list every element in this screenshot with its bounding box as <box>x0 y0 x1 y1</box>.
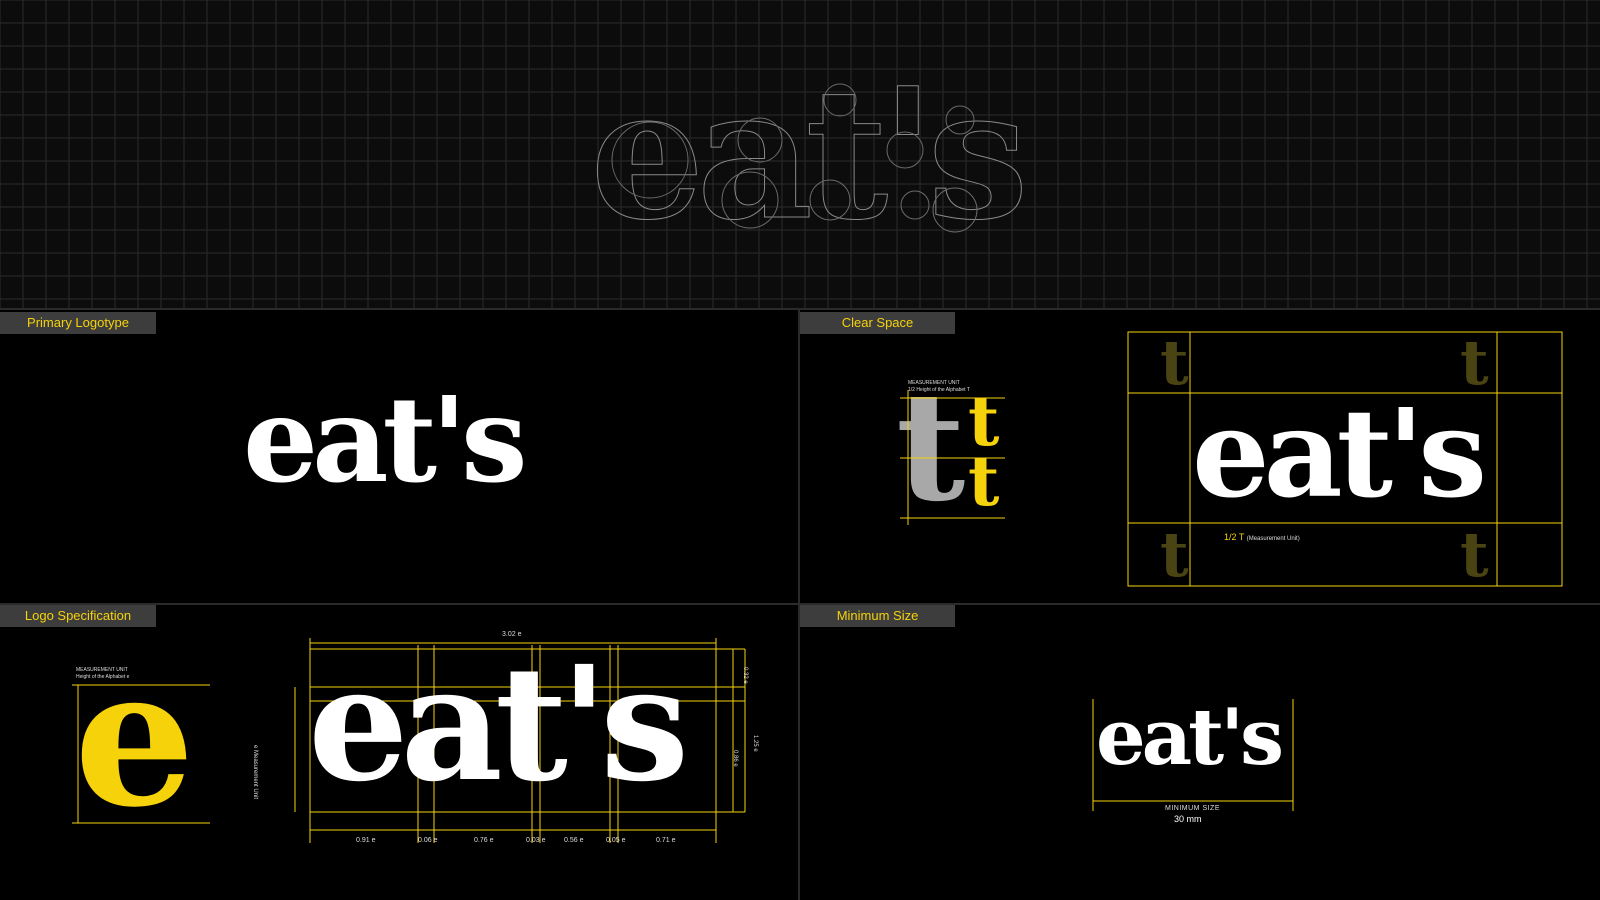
spec-bottom-label: 0.76 e <box>474 837 494 844</box>
half-t-note: (Measurement Unit) <box>1246 536 1300 542</box>
construction-grid-panel: eat's <box>0 0 1600 308</box>
corner-t-bottom-left: t <box>1160 518 1189 591</box>
spec-bottom-label: 0.91 e <box>356 837 376 844</box>
spec-bottom-label: 0.71 e <box>656 837 676 844</box>
spec-bottom-label: 0.03 e <box>526 837 546 844</box>
spec-bottom-label: 0.56 e <box>564 837 584 844</box>
spec-right-label-body: 0.86 e <box>732 750 738 767</box>
spec-right-label-total: 1.25 e <box>752 735 758 752</box>
primary-logotype-label: Primary Logotype <box>0 312 156 334</box>
construction-circles <box>611 83 978 233</box>
minimum-size-caption: MINIMUM SIZE <box>1165 805 1220 812</box>
spec-width-label: 3.02 e <box>502 631 522 638</box>
spec-side-label: e Measurement Unit <box>252 745 258 800</box>
spec-bottom-label: 0.05 e <box>606 837 626 844</box>
corner-t-top-left: t <box>1160 326 1189 399</box>
minimum-size-value: 30 mm <box>1174 814 1202 824</box>
minimum-size-panel: Minimum Size eat's MINIMUM SIZE 30 mm <box>800 605 1600 900</box>
spec-bottom-label: 0.06 e <box>418 837 438 844</box>
clear-space-wordmark: eat's <box>1192 381 1487 525</box>
horizontal-divider <box>0 308 1600 310</box>
horizontal-divider <box>0 603 1600 605</box>
vertical-divider <box>798 310 800 900</box>
half-t-label: 1/2 T (Measurement Unit) <box>1224 532 1300 542</box>
clear-space-panel: Clear Space MEASUREMENT UNIT 1/2 Height … <box>800 310 1600 603</box>
primary-wordmark: eat's <box>243 370 528 509</box>
corner-t-bottom-right: t <box>1460 518 1489 591</box>
minimum-wordmark: eat's <box>1096 692 1284 783</box>
spec-right-label-top: 0.32 e <box>742 667 748 684</box>
primary-logotype-panel: Primary Logotype eat's <box>0 310 798 603</box>
logo-specification-panel: Logo Specification MEASUREMENT UNIT Heig… <box>0 605 798 900</box>
half-t-value: 1/2 T <box>1224 532 1245 542</box>
spec-wordmark: eat's <box>308 632 689 817</box>
